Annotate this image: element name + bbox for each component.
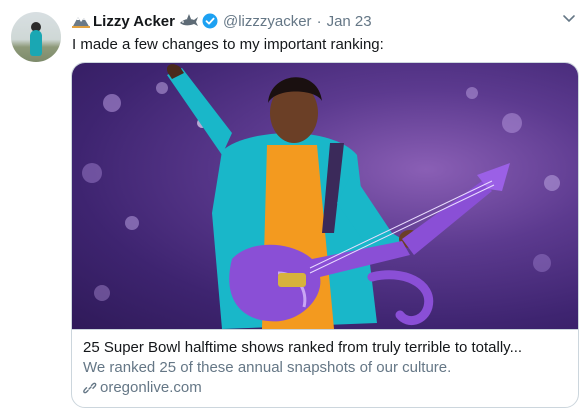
mountain-icon — [72, 17, 90, 28]
separator-dot: · — [316, 12, 322, 30]
performer-photo — [82, 64, 560, 329]
card-domain[interactable]: oregonlive.com — [83, 379, 578, 396]
card-body[interactable]: 25 Super Bowl halftime shows ranked from… — [72, 329, 578, 407]
card-description: We ranked 25 of these annual snapshots o… — [83, 359, 452, 376]
avatar-person — [30, 30, 42, 56]
card-domain-text[interactable]: oregonlive.com — [100, 379, 202, 396]
caret-down-icon[interactable] — [562, 14, 576, 24]
author-handle[interactable]: @lizzzyacker — [223, 13, 312, 30]
tweet[interactable]: Lizzy Acker @lizzzyacker · Jan 23 I made… — [0, 0, 588, 415]
card-title[interactable]: 25 Super Bowl halftime shows ranked from… — [83, 339, 573, 356]
tweet-header: Lizzy Acker @lizzzyacker · Jan 23 — [72, 11, 372, 31]
tweet-text: I made a few changes to my important ran… — [72, 36, 384, 53]
author-name[interactable]: Lizzy Acker — [93, 13, 175, 30]
card-image[interactable] — [72, 63, 578, 329]
shark-icon — [179, 14, 198, 26]
verified-icon — [202, 13, 218, 29]
link-card[interactable]: 25 Super Bowl halftime shows ranked from… — [71, 62, 579, 408]
tweet-date[interactable]: Jan 23 — [327, 13, 372, 30]
avatar[interactable] — [11, 12, 61, 62]
link-icon — [83, 382, 97, 393]
